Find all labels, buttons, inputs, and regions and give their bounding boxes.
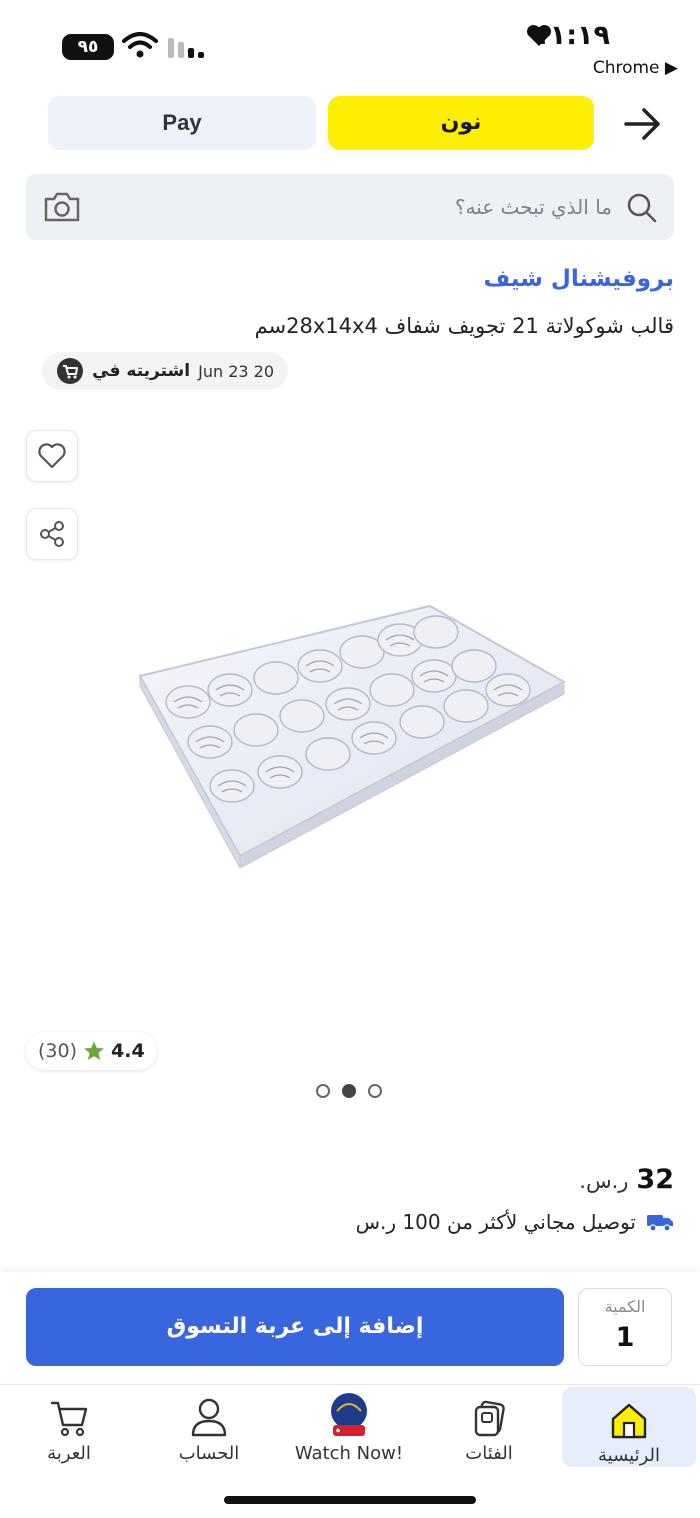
purchased-badge: اشتريته في Jun 23 20 bbox=[42, 352, 288, 390]
search-bar[interactable]: ما الذي تبحث عنه؟ bbox=[26, 174, 674, 240]
image-pagination bbox=[316, 1084, 382, 1098]
rating-count: (30) bbox=[38, 1040, 78, 1062]
share-button[interactable] bbox=[26, 508, 78, 560]
home-icon bbox=[611, 1403, 647, 1439]
heart-icon bbox=[38, 443, 66, 469]
wifi-icon bbox=[122, 32, 158, 58]
clock: ١١:١٩ bbox=[533, 20, 610, 51]
back-to-app-link[interactable]: Chrome ▶ bbox=[593, 58, 678, 78]
nav-label-account: الحساب bbox=[178, 1443, 240, 1464]
pagination-dot-active[interactable] bbox=[342, 1084, 356, 1098]
tab-noon[interactable]: نون bbox=[328, 96, 594, 150]
product-image[interactable] bbox=[130, 590, 570, 870]
home-indicator bbox=[224, 1496, 476, 1504]
account-icon bbox=[191, 1398, 227, 1437]
nav-label-watch-now: Watch Now! bbox=[294, 1443, 404, 1464]
nav-item-watch-now[interactable]: Watch Now! bbox=[284, 1385, 414, 1465]
share-icon bbox=[40, 521, 64, 547]
nav-label-home: الرئيسية bbox=[598, 1445, 660, 1466]
quantity-label: الكمية bbox=[604, 1297, 646, 1316]
signal-icon bbox=[168, 38, 204, 58]
search-icon bbox=[627, 193, 657, 223]
purchased-label: اشتريته في bbox=[92, 361, 191, 381]
arrow-right-icon[interactable] bbox=[620, 104, 666, 144]
star-icon bbox=[84, 1041, 104, 1060]
tab-pay[interactable]: Pay bbox=[48, 96, 316, 150]
nav-label-cart: العربة bbox=[47, 1443, 91, 1464]
quantity-value: 1 bbox=[615, 1322, 635, 1353]
add-to-cart-bar: إضافة إلى عربة التسوق الكمية 1 bbox=[0, 1272, 700, 1382]
wishlist-button[interactable] bbox=[26, 430, 78, 482]
quantity-selector[interactable]: الكمية 1 bbox=[578, 1288, 672, 1366]
ipl-live-icon bbox=[331, 1393, 367, 1436]
nav-label-categories: الفئات bbox=[465, 1443, 513, 1464]
pagination-dot[interactable] bbox=[368, 1084, 382, 1098]
delivery-truck-icon bbox=[647, 1215, 673, 1232]
pagination-dot[interactable] bbox=[316, 1084, 330, 1098]
delivery-text: توصيل مجاني لأكثر من 100 ر.س bbox=[355, 1210, 636, 1234]
battery-indicator: ٩٥ bbox=[62, 34, 114, 60]
nav-item-categories[interactable]: الفئات bbox=[424, 1385, 554, 1465]
price: 32 ر.س. bbox=[579, 1164, 674, 1195]
nav-item-home[interactable]: الرئيسية bbox=[562, 1387, 696, 1467]
rating-value: 4.4 bbox=[111, 1040, 145, 1062]
nav-item-cart[interactable]: العربة bbox=[4, 1385, 134, 1465]
free-delivery-note: توصيل مجاني لأكثر من 100 ر.س bbox=[356, 1210, 674, 1234]
categories-icon bbox=[474, 1400, 505, 1437]
brand-link[interactable]: بروفيشنال شيف bbox=[484, 266, 674, 292]
price-currency: ر.س. bbox=[579, 1169, 629, 1193]
purchased-date: Jun 23 20 bbox=[198, 361, 274, 381]
price-amount: 32 bbox=[636, 1164, 674, 1195]
cart-icon bbox=[50, 1401, 88, 1437]
status-bar: ٩٥ ١١:١٩ Chrome ▶ bbox=[0, 0, 700, 90]
rating-badge[interactable]: (30) 4.4 bbox=[26, 1032, 157, 1070]
reorder-cart-icon bbox=[57, 358, 84, 384]
camera-icon[interactable] bbox=[42, 190, 82, 224]
nav-item-account[interactable]: الحساب bbox=[144, 1385, 274, 1465]
add-to-cart-button[interactable]: إضافة إلى عربة التسوق bbox=[26, 1288, 564, 1366]
search-input[interactable]: ما الذي تبحث عنه؟ bbox=[455, 174, 612, 240]
product-title: قالب شوكولاتة 21 تجويف شفاف 28x14x4سم bbox=[254, 314, 674, 338]
